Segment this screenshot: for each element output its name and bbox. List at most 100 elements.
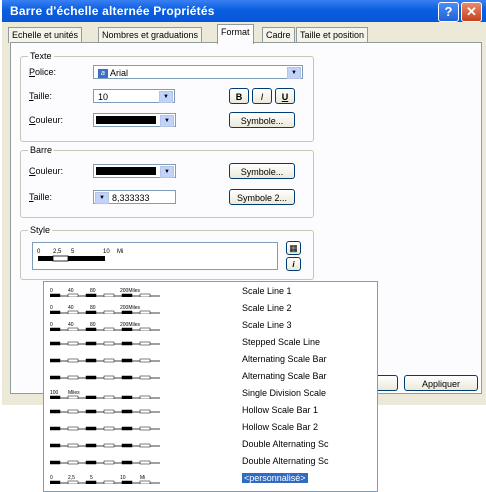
- texte-couleur-label: Couleur:: [29, 115, 64, 125]
- style-list-item[interactable]: Stepped Scale Line: [44, 335, 377, 351]
- style-list-tick: 0: [50, 288, 53, 294]
- style-list-label: Scale Line 1: [242, 286, 292, 296]
- properties-icon: i: [292, 260, 295, 269]
- scale-segment: [85, 293, 97, 297]
- style-list-label: Stepped Scale Line: [242, 337, 321, 347]
- scale-segment: [139, 480, 151, 484]
- scale-segment: [103, 480, 115, 484]
- style-list-tick: 10: [120, 475, 126, 481]
- style-list-tick: Mi: [140, 475, 145, 481]
- style-list-label: Double Alternating Sc: [242, 439, 329, 449]
- preview-tick: 10: [103, 249, 110, 255]
- underline-button[interactable]: U: [275, 88, 295, 104]
- scale-segment: [121, 426, 133, 431]
- scale-segment: [67, 395, 79, 399]
- style-properties-button[interactable]: i: [286, 257, 301, 271]
- scale-segment: [121, 395, 133, 399]
- scale-segment: [85, 341, 97, 346]
- style-list-item[interactable]: Hollow Scale Bar 1: [44, 403, 377, 419]
- style-list-item[interactable]: Alternating Scale Bar: [44, 352, 377, 368]
- barre-taille-field[interactable]: ▼ 8,333333: [93, 190, 176, 204]
- cancel-button-partial[interactable]: [378, 375, 398, 391]
- scale-segment: [67, 375, 79, 380]
- style-list-tick: 80: [90, 322, 96, 328]
- window-title: Barre d'échelle alternée Propriétés: [10, 4, 215, 18]
- scale-segment: [103, 426, 115, 431]
- style-dropdown-list[interactable]: 0 40 80 200Miles Scale Line 1 0 40 80 200Miles Sc…: [43, 281, 378, 492]
- style-list-tick: 80: [90, 288, 96, 294]
- style-preview: 0 2,5 5 10 Mi: [37, 249, 123, 262]
- scale-segment: [85, 310, 97, 314]
- scale-segment: [121, 443, 133, 448]
- title-bar[interactable]: Barre d'échelle alternée Propriétés ? ✕: [2, 0, 486, 22]
- style-list-item[interactable]: Double Alternating Sc: [44, 454, 377, 470]
- style-list-item[interactable]: 0 40 80 200Miles Scale Line 2: [44, 301, 377, 317]
- style-list-tick: 0: [50, 322, 53, 328]
- style-list-item[interactable]: 100 Miles Single Division Scale: [44, 386, 377, 402]
- style-list-tick: 100: [50, 390, 59, 396]
- scale-segment: [121, 293, 133, 297]
- style-list-item[interactable]: Hollow Scale Bar 2: [44, 420, 377, 436]
- style-list-item[interactable]: 0 40 80 200Miles Scale Line 1: [44, 284, 377, 300]
- police-label: Police:: [29, 67, 57, 77]
- scale-segment: [139, 443, 151, 448]
- scale-segment: [67, 310, 79, 314]
- style-list-label: Hollow Scale Bar 2: [242, 422, 319, 432]
- scale-segment: [50, 358, 61, 363]
- chevron-down-icon: ▼: [159, 91, 173, 103]
- taille-value: 10: [98, 92, 109, 102]
- scale-segment: [103, 443, 115, 448]
- scale-segment: [50, 460, 61, 465]
- scale-segment: [139, 375, 151, 380]
- scale-segment: [67, 443, 79, 448]
- barre-couleur-picker[interactable]: ▼: [93, 164, 176, 178]
- style-list-item[interactable]: Double Alternating Sc: [44, 437, 377, 453]
- bold-button[interactable]: B: [229, 88, 249, 104]
- scale-segment: [50, 395, 61, 399]
- tab-echelle-unites[interactable]: Echelle et unités: [8, 27, 83, 43]
- style-list-preview: 0 40 80 200Miles: [50, 288, 160, 297]
- apply-button[interactable]: Appliquer: [404, 375, 478, 391]
- barre-symbole-button[interactable]: Symbole...: [229, 163, 295, 179]
- help-button[interactable]: ?: [438, 2, 459, 22]
- style-list-label: Single Division Scale: [242, 388, 327, 398]
- style-list-item[interactable]: 0 40 80 200Miles Scale Line 3: [44, 318, 377, 334]
- scale-segment: [85, 358, 97, 363]
- scale-segment: [85, 375, 97, 380]
- texte-couleur-picker[interactable]: ▼: [93, 113, 176, 127]
- style-list-tick: 200Miles: [120, 322, 141, 328]
- scale-segment: [103, 460, 115, 465]
- close-button[interactable]: ✕: [461, 2, 482, 22]
- scale-segment: [121, 375, 133, 380]
- scale-segment: [50, 409, 61, 414]
- tab-format[interactable]: Format: [217, 24, 254, 44]
- tab-taille-position[interactable]: Taille et position: [296, 27, 369, 43]
- scale-segment: [50, 327, 61, 331]
- style-list-label: <personnalisé>: [242, 473, 308, 483]
- style-list-preview: [50, 375, 160, 380]
- scale-segment: [139, 460, 151, 465]
- scale-segment: [139, 310, 151, 314]
- scale-segment: [85, 480, 97, 484]
- style-list-item[interactable]: 0 2,5 5 10 Mi <personnalisé>: [44, 471, 377, 487]
- style-list-tick: 80: [90, 305, 96, 311]
- italic-button[interactable]: I: [252, 88, 272, 104]
- barre-symbole2-button[interactable]: Symbole 2...: [229, 189, 295, 205]
- scale-segment: [85, 460, 97, 465]
- scale-segment: [50, 426, 61, 431]
- style-list-item[interactable]: Alternating Scale Bar: [44, 369, 377, 385]
- barre-taille-value: 8,333333: [112, 193, 150, 203]
- chevron-down-icon: ▼: [160, 115, 174, 127]
- scale-segment: [67, 480, 79, 484]
- police-select[interactable]: a Arial ▼: [93, 65, 303, 79]
- tab-nombres-graduations[interactable]: Nombres et graduations: [98, 27, 203, 43]
- texte-symbole-button[interactable]: Symbole...: [229, 112, 295, 128]
- tab-cadre[interactable]: Cadre: [262, 27, 295, 43]
- style-grid-button[interactable]: ▦: [286, 241, 301, 255]
- scale-segment: [121, 480, 133, 484]
- style-list-tick: 40: [68, 288, 74, 294]
- taille-select[interactable]: 10 ▼: [93, 89, 175, 103]
- style-select[interactable]: 0 2,5 5 10 Mi: [32, 242, 278, 270]
- scale-segment: [139, 409, 151, 414]
- scale-segment: [67, 426, 79, 431]
